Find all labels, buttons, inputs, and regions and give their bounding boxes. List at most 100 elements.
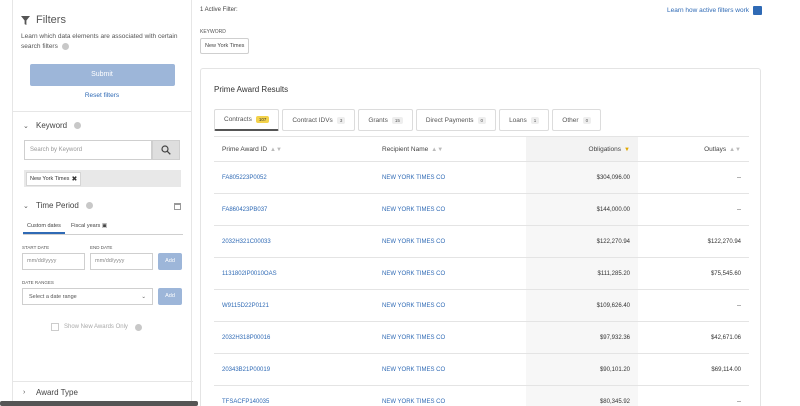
date-ranges-label: DATE RANGES — [22, 280, 54, 285]
sort-icon[interactable]: ▲▼ — [431, 147, 443, 153]
recipient-link[interactable]: NEW YORK TIMES CO — [374, 385, 526, 406]
tab-contract-idvs[interactable]: Contract IDVs 3 — [282, 109, 356, 131]
award-id-link[interactable]: 20343B21P00019 — [214, 353, 374, 386]
award-id-link[interactable]: 2032H321C00033 — [214, 225, 374, 258]
award-id-link[interactable]: TFSACFP140035 — [214, 385, 374, 406]
table-header-row: Prime Award ID ▲▼ Recipient Name ▲▼ Obliga… — [214, 136, 749, 162]
recipient-link[interactable]: NEW YORK TIMES CO — [374, 321, 526, 354]
table-row: 1131802IP0010OAS NEW YORK TIMES CO $111,28… — [214, 257, 749, 290]
recipient-link[interactable]: NEW YORK TIMES CO — [374, 289, 526, 322]
award-type-section-toggle[interactable]: › Award Type — [13, 381, 193, 403]
outlays-cell: -- — [638, 385, 749, 406]
table-row: FA805223P0052 NEW YORK TIMES CO $304,096.0… — [214, 161, 749, 194]
add-date-range-button[interactable]: Add — [158, 288, 182, 305]
outlays-cell: $42,671.06 — [638, 321, 749, 354]
calendar-icon: ▣ — [101, 223, 108, 229]
time-period-tabs: Custom dates Fiscal years ▣ — [23, 220, 183, 235]
filters-sidebar: Filters Learn which data elements are as… — [12, 0, 193, 406]
obligations-cell: $109,626.40 — [526, 289, 638, 322]
award-id-link[interactable]: FA805223P0052 — [214, 161, 374, 194]
keyword-chip[interactable]: New York Times ✖ — [26, 171, 82, 186]
new-awards-checkbox-row: Show New Awards Only — [51, 323, 191, 331]
sort-icon[interactable]: ▲▼ — [270, 147, 282, 153]
sort-desc-icon[interactable]: ▼ — [624, 147, 630, 153]
table-row: 20343B21P00019 NEW YORK TIMES CO $90,101.2… — [214, 353, 749, 386]
outlays-cell: -- — [638, 289, 749, 322]
info-icon[interactable] — [61, 42, 69, 50]
award-id-link[interactable]: FA860423PB037 — [214, 193, 374, 226]
sort-icon[interactable]: ▲▼ — [729, 147, 741, 153]
info-icon[interactable] — [85, 202, 93, 209]
keyword-section-toggle[interactable]: ⌄ Keyword — [13, 112, 191, 130]
time-period-section-toggle[interactable]: ⌄ Time Period — [13, 201, 191, 210]
time-period-heading: Time Period — [36, 201, 79, 210]
recipient-link[interactable]: NEW YORK TIMES CO — [374, 257, 526, 290]
tab-custom-dates[interactable]: Custom dates — [23, 220, 65, 234]
submit-button[interactable]: Submit — [29, 64, 175, 86]
recipient-link[interactable]: NEW YORK TIMES CO — [374, 193, 526, 226]
date-inputs-row: mm/dd/yyyy mm/dd/yyyy Add — [22, 253, 191, 270]
obligations-cell: $111,285.20 — [526, 257, 638, 290]
table-row: 2032H318P00016 NEW YORK TIMES CO $97,932.3… — [214, 321, 749, 354]
results-card: Prime Award Results Contracts 107 Contrac… — [200, 68, 761, 406]
filter-icon — [21, 15, 30, 25]
chevron-right-icon: › — [23, 389, 26, 396]
tab-fiscal-years[interactable]: Fiscal years ▣ — [67, 220, 111, 234]
close-icon[interactable]: ✖ — [71, 175, 77, 183]
obligations-cell: $80,345.92 — [526, 385, 638, 406]
end-date-input[interactable]: mm/dd/yyyy — [90, 253, 153, 270]
date-range-select[interactable]: Select a date range ⌄ — [22, 288, 153, 305]
keyword-search-input[interactable]: Search by Keyword — [24, 140, 152, 160]
outlays-cell: $122,270.94 — [638, 225, 749, 258]
active-keyword-chip[interactable]: New York Times — [200, 38, 250, 54]
horizontal-scrollbar[interactable] — [0, 401, 198, 406]
table-row: FA860423PB037 NEW YORK TIMES CO $144,000.0… — [214, 193, 749, 226]
window-icon — [753, 6, 762, 15]
count-badge: 3 — [336, 116, 346, 124]
count-badge: 107 — [255, 116, 270, 123]
results-table: Prime Award ID ▲▼ Recipient Name ▲▼ Obliga… — [214, 136, 749, 406]
reset-filters-link[interactable]: Reset filters — [13, 92, 191, 99]
recipient-link[interactable]: NEW YORK TIMES CO — [374, 161, 526, 194]
column-obligations[interactable]: Obligations ▼ — [526, 136, 638, 162]
info-icon[interactable] — [134, 323, 142, 331]
obligations-cell: $97,932.36 — [526, 321, 638, 354]
obligations-cell: $122,270.94 — [526, 225, 638, 258]
tab-contracts[interactable]: Contracts 107 — [214, 109, 280, 131]
filters-header: Filters — [13, 0, 191, 32]
keyword-search-button[interactable] — [152, 140, 180, 160]
table-row: W9115D22P0121 NEW YORK TIMES CO $109,626.4… — [214, 289, 749, 322]
results-title: Prime Award Results — [214, 85, 289, 94]
column-recipient[interactable]: Recipient Name ▲▼ — [374, 136, 526, 162]
filters-description: Learn which data elements are associated… — [21, 33, 178, 50]
start-date-label: START DATE — [22, 245, 50, 250]
outlays-cell: $75,545.60 — [638, 257, 749, 290]
count-badge: 0 — [582, 116, 592, 124]
new-awards-checkbox[interactable] — [51, 323, 59, 331]
learn-active-filters-link[interactable]: Learn how active filters work — [667, 6, 762, 15]
tab-loans[interactable]: Loans 1 — [499, 109, 550, 131]
start-date-input[interactable]: mm/dd/yyyy — [22, 253, 85, 270]
end-date-label: END DATE — [90, 245, 113, 250]
award-id-link[interactable]: 1131802IP0010OAS — [214, 257, 374, 290]
add-date-button[interactable]: Add — [158, 253, 182, 270]
award-id-link[interactable]: W9115D22P0121 — [214, 289, 374, 322]
chevron-down-icon: ⌄ — [23, 202, 29, 210]
main-content: 1 Active Filter: Learn how active filter… — [198, 0, 800, 406]
tab-other[interactable]: Other 0 — [552, 109, 602, 131]
count-badge: 15 — [391, 116, 403, 124]
info-icon[interactable] — [74, 122, 82, 129]
column-outlays[interactable]: Outlays ▲▼ — [638, 136, 749, 162]
table-row: 2032H321C00033 NEW YORK TIMES CO $122,270.… — [214, 225, 749, 258]
column-award-id[interactable]: Prime Award ID ▲▼ — [214, 136, 374, 162]
tab-grants[interactable]: Grants 15 — [358, 109, 413, 131]
active-keyword-label: KEYWORD — [200, 29, 226, 35]
outlays-cell: -- — [638, 193, 749, 226]
recipient-link[interactable]: NEW YORK TIMES CO — [374, 225, 526, 258]
tab-direct-payments[interactable]: Direct Payments 0 — [415, 109, 497, 131]
recipient-link[interactable]: NEW YORK TIMES CO — [374, 353, 526, 386]
keyword-search-row: Search by Keyword — [24, 140, 191, 160]
award-id-link[interactable]: 2032H318P00016 — [214, 321, 374, 354]
active-filter-count: 1 Active Filter: — [200, 7, 238, 13]
outlays-cell: $69,114.00 — [638, 353, 749, 386]
